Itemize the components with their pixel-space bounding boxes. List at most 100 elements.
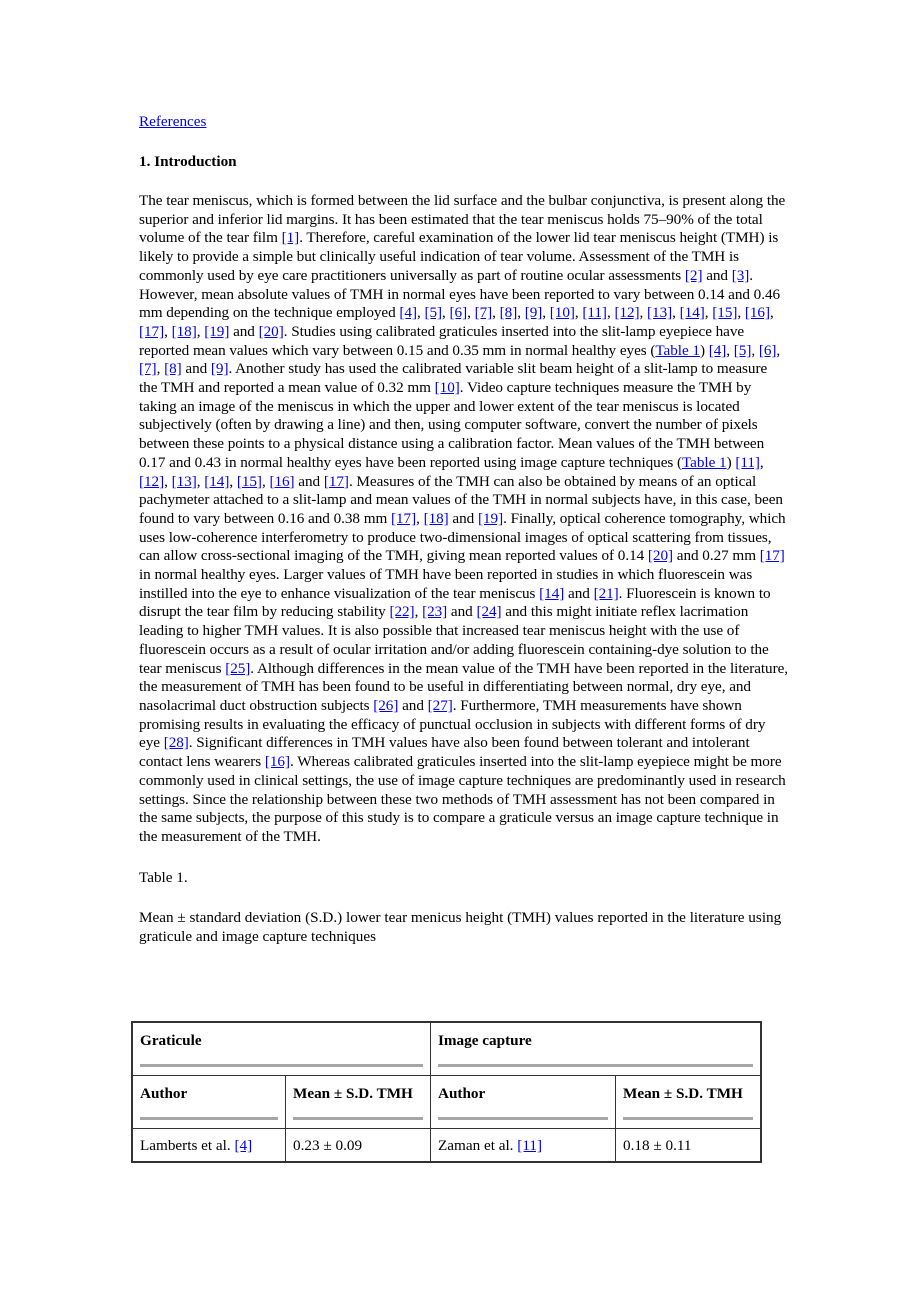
table-row: Lamberts et al. [4] 0.23 ± 0.09 Zaman et… [131,1128,762,1163]
paragraph-text: , [164,322,172,340]
citation-link[interactable]: [7] [139,360,157,377]
citation-link[interactable]: [24] [476,603,501,620]
column-header-author: Author [430,1075,616,1129]
citation-link[interactable]: [27] [428,697,453,714]
citation-link[interactable]: [9] [525,304,543,321]
citation-link[interactable]: [26] [373,697,398,714]
citation-link[interactable]: [11] [517,1137,542,1154]
citation-link[interactable]: [12] [139,473,164,490]
group-header-image-capture: Image capture [430,1021,762,1076]
column-header-label: Mean ± S.D. TMH [293,1085,413,1102]
group-header-label: Graticule [140,1032,202,1049]
citation-link[interactable]: [6] [759,342,777,359]
header-rule [140,1117,278,1120]
citation-link[interactable]: [23] [422,603,447,620]
citation-link[interactable]: [4] [709,342,727,359]
citation-link[interactable]: [20] [648,547,673,564]
table-reference-link[interactable]: Table 1 [682,454,727,471]
paragraph-text: and 0.27 mm [673,547,760,565]
citation-link[interactable]: [28] [164,734,189,751]
citation-link[interactable]: [16] [265,753,290,770]
citation-link[interactable]: [14] [539,585,564,602]
citation-link[interactable]: [5] [424,304,442,321]
paragraph-text: , [517,304,525,322]
citation-link[interactable]: [15] [237,473,262,490]
author-name: Lamberts et al. [140,1137,235,1154]
header-rule [438,1117,608,1120]
column-header-label: Mean ± S.D. TMH [623,1085,743,1102]
paragraph-text: and [447,603,477,621]
citation-link[interactable]: [11] [735,454,760,471]
citation-link[interactable]: [6] [450,304,468,321]
paragraph-text: , [639,304,648,322]
header-rule [140,1064,423,1067]
citation-link[interactable]: [14] [204,473,229,490]
paragraph-text: , [492,304,500,322]
paragraph-text: , [751,341,759,359]
paragraph-text: , [776,341,781,359]
paragraph-text: and [448,509,478,527]
citation-link[interactable]: [7] [475,304,493,321]
citation-link[interactable]: [8] [500,304,518,321]
citation-link[interactable]: [5] [734,342,752,359]
paragraph-text: and [229,322,259,340]
paragraph-text: ) [699,341,709,359]
citation-link[interactable]: [13] [172,473,197,490]
citation-link[interactable]: [15] [712,304,737,321]
paragraph-text: and [398,696,428,714]
paragraph-text: , [156,360,165,378]
header-rule [438,1064,753,1067]
citation-link[interactable]: [18] [424,510,449,527]
paragraph-text: , [759,453,764,471]
citation-link[interactable]: [12] [614,304,639,321]
column-header-label: Author [438,1085,486,1102]
table-reference-link[interactable]: Table 1 [655,342,700,359]
citation-link[interactable]: [11] [582,304,607,321]
paragraph-text: , [442,304,450,322]
tmh-literature-table: Graticule Image capture Author Mean ± S.… [131,1021,762,1163]
references-link[interactable]: References [139,112,789,131]
citation-link[interactable]: [22] [389,603,414,620]
citation-link[interactable]: [18] [172,323,197,340]
column-header-label: Author [140,1085,188,1102]
citation-link[interactable]: [16] [269,473,294,490]
citation-link[interactable]: [17] [324,473,349,490]
citation-link[interactable]: [3] [732,267,750,284]
group-header-graticule: Graticule [131,1021,431,1076]
citation-link[interactable]: [1] [282,229,300,246]
citation-link[interactable]: [10] [435,379,460,396]
citation-link[interactable]: [25] [225,660,250,677]
citation-link[interactable]: [4] [234,1137,252,1154]
column-header-mean-sd: Mean ± S.D. TMH [285,1075,431,1129]
table-caption: Mean ± standard deviation (S.D.) lower t… [139,908,782,945]
table-label: Table 1. [139,868,188,886]
citation-link[interactable]: [16] [745,304,770,321]
citation-link[interactable]: [4] [399,304,417,321]
citation-link[interactable]: [13] [647,304,672,321]
citation-link[interactable]: [21] [594,585,619,602]
citation-link[interactable]: [19] [204,323,229,340]
citation-link[interactable]: [20] [259,323,284,340]
citation-link[interactable]: [8] [164,360,182,377]
cell-image-value: 0.18 ± 0.11 [615,1128,762,1163]
author-name: Zaman et al. [438,1137,518,1154]
group-header-label: Image capture [438,1032,532,1049]
header-rule [623,1117,753,1120]
citation-link[interactable]: [19] [478,510,503,527]
table-column-header-row: Author Mean ± S.D. TMH Author Mean ± S.D… [131,1075,762,1129]
paragraph-text: and [294,472,324,490]
header-rule [293,1117,423,1120]
citation-link[interactable]: [17] [139,323,164,340]
paragraph-text: , [726,341,734,359]
citation-link[interactable]: [2] [685,267,703,284]
paragraph-text: , [229,472,237,490]
citation-link[interactable]: [9] [211,360,229,377]
paragraph-text: , [542,304,550,322]
citation-link[interactable]: [14] [680,304,705,321]
introduction-paragraph: The tear meniscus, which is formed betwe… [139,192,789,847]
paragraph-text: , [467,304,475,322]
citation-link[interactable]: [10] [550,304,575,321]
citation-link[interactable]: [17] [760,547,785,564]
column-header-mean-sd: Mean ± S.D. TMH [615,1075,762,1129]
citation-link[interactable]: [17] [391,510,416,527]
